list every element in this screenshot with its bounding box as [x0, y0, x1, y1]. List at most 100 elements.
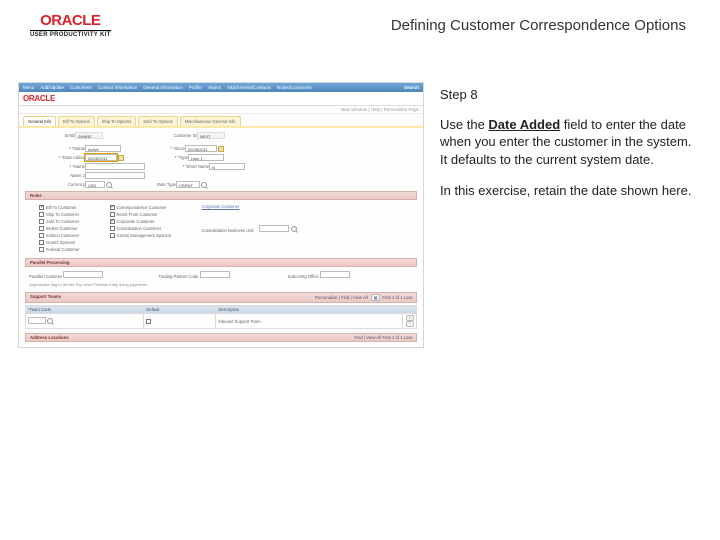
- trading-partner-field[interactable]: [200, 271, 230, 278]
- type-label: *Type: [177, 155, 188, 160]
- date-added-field[interactable]: 02/08/2011: [85, 154, 117, 161]
- checkbox-icon[interactable]: [39, 219, 44, 224]
- currency-field[interactable]: USD: [85, 181, 105, 188]
- th-description: Description: [216, 306, 402, 314]
- custid-field: NEXT: [197, 132, 225, 139]
- parallel-cust-field[interactable]: [63, 271, 103, 278]
- step-label: Step 8: [440, 86, 702, 104]
- parallel-section: Parallel Processing: [25, 258, 417, 267]
- lookup-icon[interactable]: [47, 318, 53, 324]
- consol-bu-field[interactable]: [259, 225, 289, 232]
- setid-field: SHARE: [75, 132, 103, 139]
- lookup-icon[interactable]: [106, 182, 112, 188]
- teams-first-last[interactable]: First 1 of 1 Last: [382, 295, 412, 300]
- nav-item[interactable]: Menu: [23, 85, 34, 90]
- table-row: Inbound Support Team +−: [26, 314, 417, 329]
- date-added-label: *Date Added: [61, 155, 85, 160]
- teams-nav-links[interactable]: Personalize | Find | View All: [315, 295, 368, 300]
- subcontrg-field[interactable]: [320, 271, 350, 278]
- checkbox-icon[interactable]: [39, 240, 44, 245]
- tab-general-info[interactable]: General Info: [23, 116, 56, 126]
- app-sub-header: ORACLE: [19, 92, 423, 106]
- team-code-field[interactable]: [28, 317, 46, 324]
- checkbox-icon[interactable]: [110, 233, 115, 238]
- nav-item[interactable]: Customers: [70, 85, 92, 90]
- roles-right: Correspondence Customer Remit From Custo…: [110, 204, 172, 253]
- address-section: Address Locations Find | View All First …: [25, 333, 417, 342]
- inner-oracle-logo: ORACLE: [23, 94, 55, 103]
- upk-label: USER PRODUCTIVITY KIT: [30, 30, 111, 38]
- trading-partner-label: Trading Partner Code: [158, 274, 198, 279]
- nav-item-search[interactable]: Search: [404, 85, 419, 90]
- th-team-code: *Team Code: [26, 306, 144, 314]
- name1-label: *Name: [72, 164, 85, 169]
- app-top-nav: Menu Add/Update Customers Contact Inform…: [19, 83, 423, 92]
- shortname-field[interactable]: N: [209, 163, 245, 170]
- calendar-icon[interactable]: [218, 146, 224, 152]
- nav-item[interactable]: Teams: [208, 85, 221, 90]
- tab-sold-to[interactable]: Sold To Options: [138, 116, 178, 126]
- instruction-paragraph-1: Use the Date Added field to enter the da…: [440, 116, 702, 169]
- checkbox-icon[interactable]: [39, 233, 44, 238]
- lookup-icon[interactable]: [201, 182, 207, 188]
- shortname-label: *Short Name: [185, 164, 209, 169]
- tab-misc[interactable]: Miscellaneous General Info: [180, 116, 241, 126]
- nav-item[interactable]: Profile: [189, 85, 202, 90]
- tab-bill-to[interactable]: Bill To Options: [58, 116, 95, 126]
- oracle-wordmark: ORACLE: [40, 12, 100, 29]
- instruction-paragraph-2: In this exercise, retain the date shown …: [440, 182, 702, 200]
- checkbox-icon[interactable]: [110, 205, 115, 210]
- checkbox-icon[interactable]: [39, 212, 44, 217]
- status-field[interactable]: Active: [85, 145, 121, 152]
- tab-ship-to[interactable]: Ship To Options: [97, 116, 137, 126]
- since-field[interactable]: 02/08/2011: [185, 145, 217, 152]
- parallel-note: Appropriate flag to list the Top Level F…: [25, 281, 417, 289]
- currency-label: Currency: [25, 182, 85, 187]
- calendar-icon[interactable]: [118, 155, 124, 161]
- date-added-emphasis: Date Added: [488, 117, 560, 132]
- th-default: Default: [144, 306, 216, 314]
- nav-item[interactable]: Contact Information: [98, 85, 137, 90]
- subcontrg-label: Subcontrg Office: [288, 274, 319, 279]
- roles-links: Corporate Customer Consolidation Busines…: [201, 204, 296, 253]
- checkbox-icon[interactable]: [110, 219, 115, 224]
- delete-row-icon[interactable]: −: [406, 321, 414, 327]
- checkbox-icon[interactable]: [110, 226, 115, 231]
- status-label: *Status: [71, 146, 85, 151]
- lookup-icon[interactable]: [291, 226, 297, 232]
- name2-label: Name 2: [25, 173, 85, 178]
- nav-item[interactable]: General Information: [143, 85, 183, 90]
- rate-label: Rate Type: [122, 182, 176, 187]
- checkbox-icon[interactable]: [110, 212, 115, 217]
- setid-label: SetID: [25, 133, 75, 138]
- instruction-pane: Step 8 Use the Date Added field to enter…: [440, 82, 702, 348]
- consol-bu-label: Consolidation Business Unit: [201, 228, 253, 233]
- tab-strip: General Info Bill To Options Ship To Opt…: [19, 114, 423, 128]
- rate-field[interactable]: CRRNT: [176, 181, 200, 188]
- parallel-cust-label: Parallel Customer: [29, 274, 62, 279]
- checkbox-icon[interactable]: [39, 205, 44, 210]
- app-screenshot: Menu Add/Update Customers Contact Inform…: [18, 82, 424, 348]
- nav-item[interactable]: Attachments/Contacts: [227, 85, 271, 90]
- checkbox-icon[interactable]: [146, 319, 151, 324]
- user-links[interactable]: New Window | Help | Personalize Page: [19, 106, 423, 114]
- brand-logo: ORACLE USER PRODUCTIVITY KIT: [30, 12, 111, 38]
- team-description: Inbound Support Team: [216, 314, 402, 329]
- roles-left: Bill To Customer Ship To Customer Sold T…: [39, 204, 80, 253]
- support-teams-section: Support Teams Personalize | Find | View …: [25, 292, 417, 303]
- checkbox-icon[interactable]: [39, 247, 44, 252]
- type-field[interactable]: User 1: [188, 154, 224, 161]
- support-teams-table: *Team Code Default Description Inbound S…: [25, 305, 417, 329]
- checkbox-icon[interactable]: [39, 226, 44, 231]
- page-title: Defining Customer Correspondence Options: [131, 17, 690, 34]
- grid-icon[interactable]: ▦: [371, 294, 381, 301]
- corporate-customer-link[interactable]: Corporate Customer: [201, 204, 296, 209]
- roles-section: Roles: [25, 191, 417, 200]
- name2-field[interactable]: [85, 172, 145, 179]
- address-nav[interactable]: Find | View All First 1 of 1 Last: [354, 335, 412, 340]
- name1-field[interactable]: [85, 163, 145, 170]
- custid-label: Customer ID: [127, 133, 197, 138]
- since-label: *Since: [173, 146, 185, 151]
- nav-item[interactable]: Notes/Comments: [277, 85, 312, 90]
- nav-item[interactable]: Add/Update: [40, 85, 64, 90]
